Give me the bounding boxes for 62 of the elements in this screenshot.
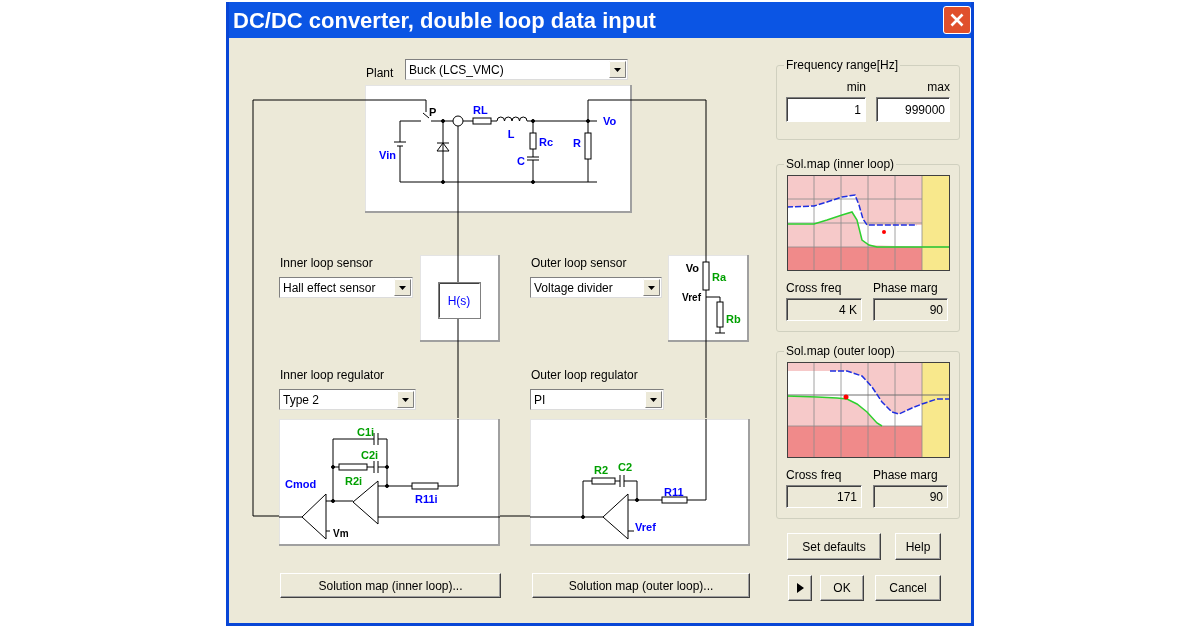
component-label: Vref [635,521,656,533]
dropdown-arrow-icon [643,279,660,296]
component-label: P [429,106,437,118]
component-label: R [573,137,581,149]
field-label: max [926,80,950,94]
component-label: Vref [682,292,701,303]
component-label: R11i [415,493,438,505]
dialog-button[interactable]: Cancel [875,575,941,601]
dialog-button[interactable]: Help [895,533,941,560]
field-label: Outer loop regulator [530,368,639,384]
feedback-wire [499,515,531,517]
feedback-wire [457,212,459,256]
component-label: RL [473,104,488,116]
sensor-dropdown[interactable]: Hall effect sensor [279,277,413,298]
field-label: Inner loop regulator [279,368,386,384]
component-label: Vo [685,262,699,274]
value-field[interactable]: 999000 [876,97,950,122]
regulator-dropdown[interactable]: Type 2 [279,389,416,410]
solution-map-button[interactable]: Solution map (inner loop)... [280,573,501,598]
dialog-button[interactable]: Set defaults [787,533,881,560]
field-label: Phase marg [873,281,939,295]
dropdown-arrow-icon [397,391,414,408]
dropdown-arrow-icon [645,391,662,408]
plant-dropdown[interactable]: Buck (LCS_VMC) [405,59,628,80]
component-label: Rb [726,313,741,325]
field-label: Cross freq [786,281,843,295]
component-label: Cmod [285,478,317,490]
plant-label: Plant [366,66,395,80]
group-title: Frequency range[Hz] [785,58,900,72]
arrow-button[interactable] [788,575,812,601]
component-label: C2i [361,449,379,461]
field-label: Inner loop sensor [279,255,374,272]
dialog-button[interactable]: OK [820,575,864,601]
component-label: C [517,155,525,167]
dropdown-arrow-icon [394,279,411,296]
close-button[interactable] [943,6,971,34]
value-field[interactable]: 1 [786,97,866,122]
component-label: Rc [539,136,554,148]
component-label: C1i [357,426,375,438]
solution-map-button[interactable]: Solution map (outer loop)... [532,573,750,598]
block-label: H(s) [447,294,471,308]
field-label: Outer loop sensor [530,255,628,272]
right-arrow-icon [796,583,804,593]
component-label: R11 [664,486,684,498]
component-label: C2 [618,461,633,473]
regulator-dropdown[interactable]: PI [530,389,664,410]
group-title: Sol.map (outer loop) [785,344,896,358]
component-label: Vin [379,149,396,161]
component-label: R2i [345,475,363,487]
dropdown-arrow-icon [609,61,626,78]
window-title: DC/DC converter, double loop data input [233,7,656,33]
field-label: Cross freq [786,468,843,482]
component-label: Ra [712,271,727,283]
field-label: min [845,80,866,94]
group-title: Sol.map (inner loop) [785,157,896,171]
component-label: Vm [333,528,349,539]
component-label: L [507,128,515,140]
component-label: R2 [594,464,609,476]
close-icon [950,13,964,27]
field-label: Phase marg [873,468,939,482]
component-label: Vo [603,115,617,127]
sensor-dropdown[interactable]: Voltage divider [530,277,662,298]
